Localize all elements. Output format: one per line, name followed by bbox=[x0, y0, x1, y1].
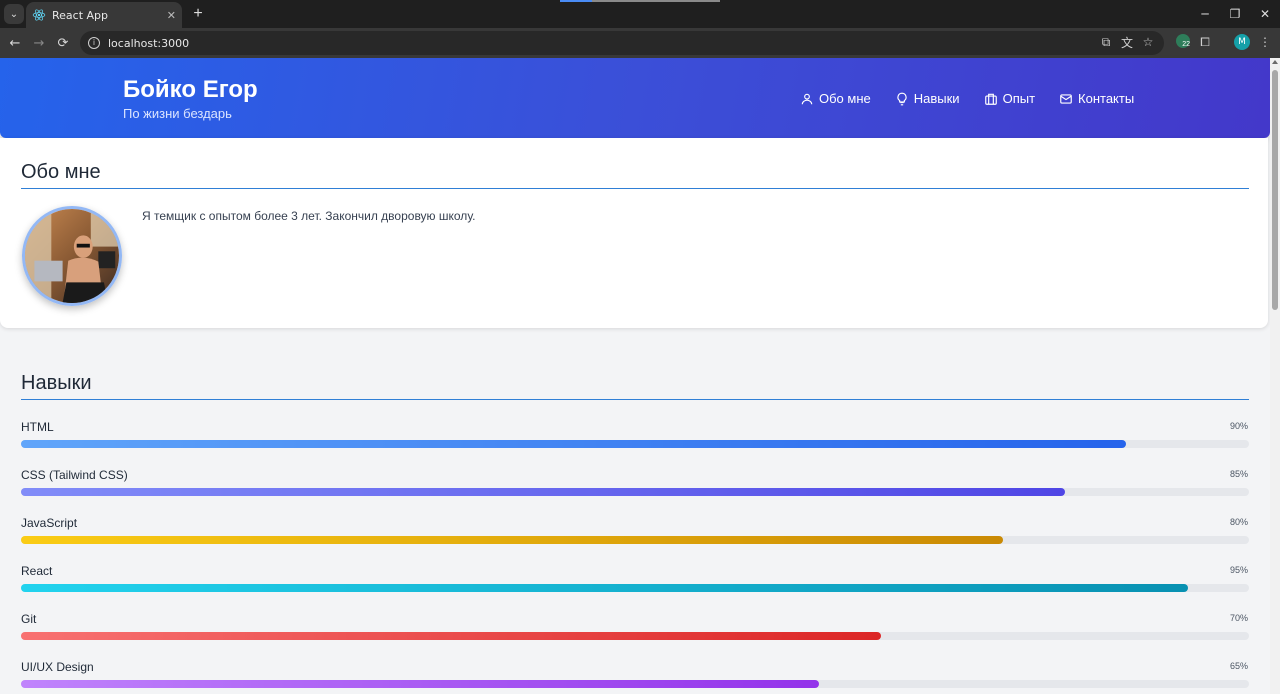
browser-toolbar: ← → ⟳ i localhost:3000 ⧉ 文 ☆ 22 ⧠ M ⋮ bbox=[0, 28, 1280, 58]
info-icon[interactable]: i bbox=[88, 37, 100, 49]
profile-photo bbox=[25, 209, 119, 303]
skill-progress-fill bbox=[21, 488, 1065, 496]
skill-progress-fill bbox=[21, 680, 820, 688]
about-description: Я темщик с опытом более 3 лет. Закончил … bbox=[142, 209, 476, 223]
about-title: Обо мне bbox=[21, 161, 101, 183]
nav-item-label: Обо мне bbox=[819, 91, 871, 106]
skill-name: CSS (Tailwind CSS) bbox=[21, 468, 128, 482]
main-nav: Обо мне Навыки Опыт Контакты bbox=[800, 91, 1158, 106]
url-text: localhost:3000 bbox=[108, 36, 190, 50]
user-icon bbox=[801, 93, 813, 104]
skill-progress-track bbox=[21, 488, 1249, 496]
tab-strip: ⌄ React App ✕ + ─ ❐ ✕ bbox=[0, 0, 1280, 28]
forward-button[interactable]: → bbox=[29, 33, 49, 53]
skill-percent: 70% bbox=[1229, 613, 1248, 623]
lightbulb-icon bbox=[897, 92, 907, 105]
close-tab-icon[interactable]: ✕ bbox=[167, 9, 176, 22]
page-scrollbar[interactable] bbox=[1270, 58, 1280, 694]
skill-progress-fill bbox=[21, 584, 1188, 592]
scroll-up-arrow-icon[interactable] bbox=[1272, 60, 1278, 64]
close-window-button[interactable]: ✕ bbox=[1250, 0, 1280, 28]
briefcase-icon bbox=[984, 93, 997, 105]
nav-item-contacts[interactable]: Контакты bbox=[1059, 91, 1134, 106]
translate-icon[interactable]: 文 bbox=[1118, 33, 1136, 51]
skill-percent: 85% bbox=[1229, 469, 1248, 479]
skill-name: JavaScript bbox=[21, 516, 78, 530]
skill-progress-fill bbox=[21, 440, 1127, 448]
section-divider bbox=[21, 188, 1249, 189]
skill-progress-track bbox=[21, 536, 1249, 544]
react-logo-icon bbox=[32, 9, 46, 21]
skill-name: Git bbox=[21, 612, 37, 626]
install-app-icon[interactable]: ⧉ bbox=[1097, 33, 1115, 51]
nav-item-label: Контакты bbox=[1078, 91, 1135, 106]
skill-progress-fill bbox=[21, 632, 881, 640]
nav-item-skills[interactable]: Навыки bbox=[895, 91, 960, 106]
bookmark-star-icon[interactable]: ☆ bbox=[1139, 33, 1157, 51]
scroll-thumb[interactable] bbox=[1272, 70, 1278, 310]
tab-indicator bbox=[560, 0, 592, 2]
skill-progress-track bbox=[21, 584, 1249, 592]
restore-button[interactable]: ❐ bbox=[1220, 0, 1250, 28]
skill-name: React bbox=[21, 564, 53, 578]
extension-icon[interactable]: 22 bbox=[1176, 34, 1190, 48]
skill-percent: 65% bbox=[1229, 661, 1248, 671]
tab-indicator bbox=[592, 0, 720, 2]
site-header: Бойко Егор По жизни бездарь Обо мне Навы… bbox=[0, 58, 1270, 138]
skill-name: UI/UX Design bbox=[21, 660, 94, 674]
nav-item-experience[interactable]: Опыт bbox=[984, 91, 1035, 106]
new-tab-button[interactable]: + bbox=[188, 4, 208, 24]
skill-progress-track bbox=[21, 632, 1249, 640]
site-tagline: По жизни бездарь bbox=[123, 106, 232, 121]
menu-kebab-icon[interactable]: ⋮ bbox=[1256, 33, 1274, 51]
about-section bbox=[0, 138, 1268, 328]
nav-item-label: Опыт bbox=[1002, 91, 1036, 106]
skill-progress-fill bbox=[21, 536, 1004, 544]
tab-search-button[interactable]: ⌄ bbox=[4, 4, 24, 24]
skill-progress-track bbox=[21, 440, 1249, 448]
tab-title: React App bbox=[52, 8, 109, 22]
nav-item-label: Навыки bbox=[913, 91, 960, 106]
profile-avatar[interactable]: M bbox=[1234, 34, 1250, 50]
nav-item-about[interactable]: Обо мне bbox=[800, 91, 871, 106]
minimize-button[interactable]: ─ bbox=[1190, 0, 1220, 28]
skill-percent: 90% bbox=[1229, 421, 1248, 431]
reload-button[interactable]: ⟳ bbox=[53, 33, 73, 53]
skill-percent: 80% bbox=[1229, 517, 1248, 527]
section-divider bbox=[21, 399, 1249, 400]
site-owner-name: Бойко Егор bbox=[123, 76, 258, 103]
address-bar[interactable]: i localhost:3000 bbox=[80, 31, 1164, 55]
skills-title: Навыки bbox=[21, 372, 92, 394]
browser-tab[interactable]: React App ✕ bbox=[26, 2, 182, 28]
avatar bbox=[22, 206, 122, 306]
skill-progress-track bbox=[21, 680, 1249, 688]
back-button[interactable]: ← bbox=[5, 33, 25, 53]
page-viewport: Бойко Егор По жизни бездарь Обо мне Навы… bbox=[0, 58, 1270, 694]
extensions-puzzle-icon[interactable]: ⧠ bbox=[1196, 33, 1214, 51]
skill-percent: 95% bbox=[1229, 565, 1248, 575]
skill-name: HTML bbox=[21, 420, 54, 434]
chevron-down-icon: ⌄ bbox=[9, 8, 19, 20]
mail-icon bbox=[1060, 93, 1072, 104]
